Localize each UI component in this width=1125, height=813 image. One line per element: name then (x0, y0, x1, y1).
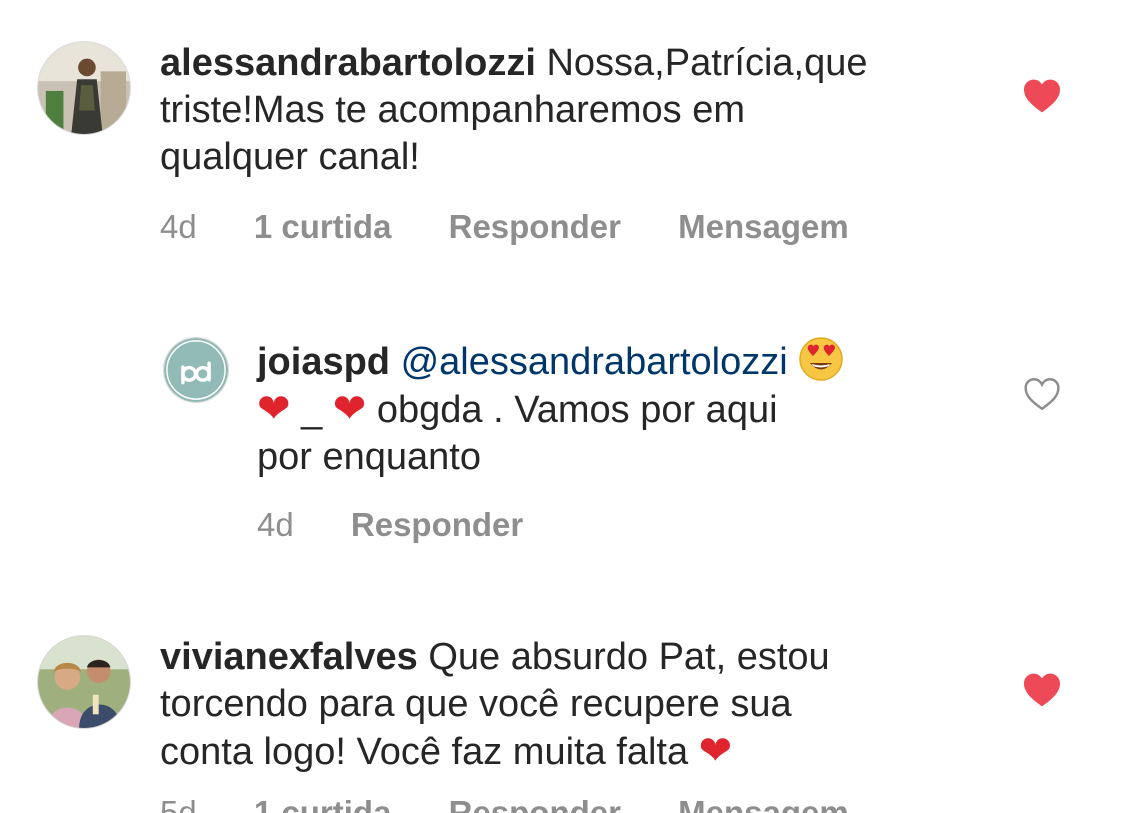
mention-link[interactable]: @alessandrabartolozzi (401, 341, 788, 383)
comment-meta: 5d 1 curtida Responder Mensagem (160, 794, 897, 813)
comments-screen: alessandrabartolozzi Nossa,Patrícia,que … (0, 0, 1125, 813)
avatar-alessandrabartolozzi[interactable] (37, 41, 131, 135)
comment-body-line-1: Nossa,Patrícia,que (546, 42, 868, 84)
comment-body-line-1: Que absurdo Pat, estou (428, 636, 830, 678)
reply-button[interactable]: Responder (351, 506, 523, 544)
heart-filled-icon (1024, 79, 1060, 113)
message-button[interactable]: Mensagem (678, 208, 849, 246)
avatar-vivianexfalves[interactable] (37, 635, 131, 729)
photo-woman-icon (38, 42, 130, 134)
joiaspd-logo-icon (164, 338, 228, 402)
red-heart-emoji-icon: ❤ (332, 386, 367, 432)
likes-count-button[interactable]: 1 curtida (254, 208, 392, 246)
comment-meta: 4d 1 curtida Responder Mensagem (160, 208, 897, 246)
avatar-joiaspd[interactable] (163, 337, 229, 403)
reply-body-line-2: obgda . Vamos por aqui (376, 389, 778, 431)
heart-eyes-emoji-icon (799, 337, 844, 381)
red-heart-emoji-icon: ❤ (698, 728, 733, 774)
reply-text: joiaspd @alessandrabartolozzi ❤ _ ❤ obgd… (257, 336, 844, 481)
comment-meta-clipped: 5d 1 curtida Responder Mensagem (0, 792, 1125, 813)
reply-time: 4d (257, 506, 294, 543)
comment-username[interactable]: alessandrabartolozzi (160, 42, 536, 84)
like-button[interactable] (1022, 376, 1062, 412)
comment-username[interactable]: vivianexfalves (160, 636, 418, 678)
reply-meta: 4d Responder (257, 506, 571, 544)
reply-button[interactable]: Responder (449, 208, 621, 246)
comment-item: vivianexfalves Que absurdo Pat, estou to… (0, 590, 1125, 813)
comment-text: alessandrabartolozzi Nossa,Patrícia,que … (160, 40, 868, 181)
heart-filled-icon (1024, 673, 1060, 707)
comment-body-line-3: conta logo! Você faz muita falta (160, 731, 689, 773)
reply-username[interactable]: joiaspd (257, 341, 390, 383)
comment-time: 5d (160, 794, 197, 813)
reply-button[interactable]: Responder (449, 794, 621, 813)
likes-count-button[interactable]: 1 curtida (254, 794, 392, 813)
like-button[interactable] (1022, 672, 1062, 708)
comment-body-line-2: torcendo para que você recupere sua (160, 683, 792, 725)
reply-item: joiaspd @alessandrabartolozzi ❤ _ ❤ obgd… (0, 290, 1125, 590)
reply-body-line-3: por enquanto (257, 436, 481, 478)
comment-item: alessandrabartolozzi Nossa,Patrícia,que … (0, 0, 1125, 290)
red-heart-emoji-icon: ❤ (257, 386, 291, 432)
comment-body-line-2: triste!Mas te acompanharemos em (160, 89, 746, 131)
comment-time: 4d (160, 208, 197, 245)
like-button[interactable] (1022, 78, 1062, 114)
reply-separator: _ (301, 389, 323, 431)
comment-text: vivianexfalves Que absurdo Pat, estou to… (160, 634, 830, 776)
message-button[interactable]: Mensagem (678, 794, 849, 813)
heart-outline-icon (1024, 378, 1060, 411)
photo-couple-icon (38, 636, 130, 728)
comment-body-line-3: qualquer canal! (160, 136, 420, 178)
